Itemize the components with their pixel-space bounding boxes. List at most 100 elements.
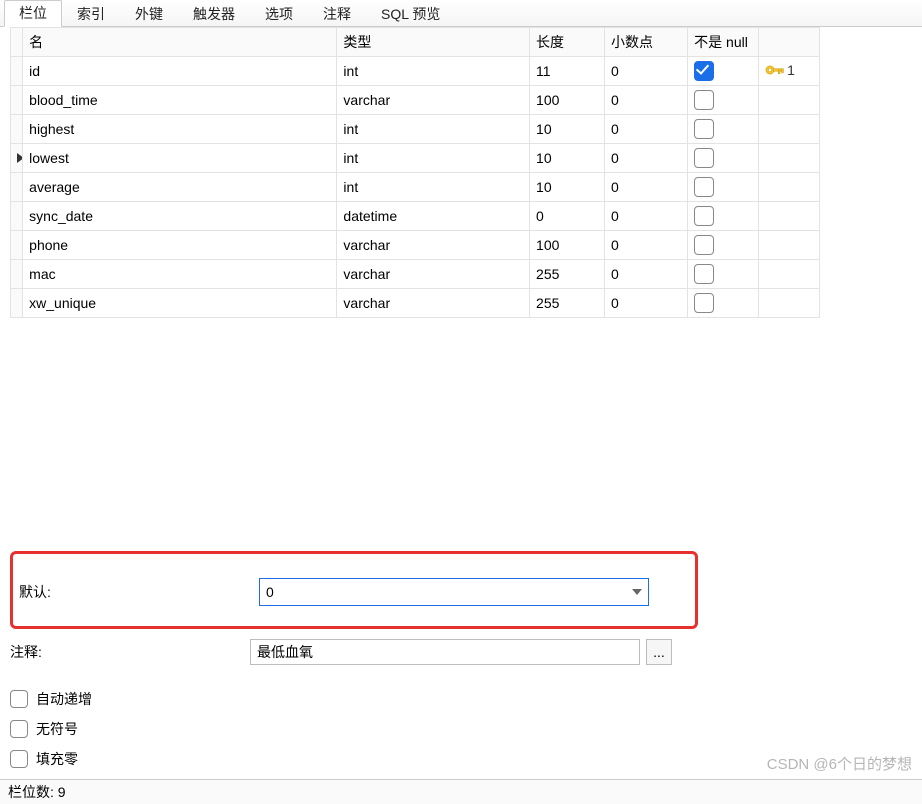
table-row[interactable]: blood_timevarchar1000 [11,86,820,115]
cell-length[interactable]: 0 [530,202,605,231]
cell-length[interactable]: 10 [530,115,605,144]
col-header-notnull[interactable]: 不是 null [688,28,759,57]
cell-name[interactable]: average [23,173,337,202]
cell-name[interactable]: phone [23,231,337,260]
notnull-checkbox[interactable] [694,264,714,284]
cell-name[interactable]: lowest [23,144,337,173]
cell-type[interactable]: varchar [337,260,530,289]
cell-decimals[interactable]: 0 [605,115,688,144]
cell-decimals[interactable]: 0 [605,289,688,318]
ellipsis-icon: ... [653,644,665,660]
tab-triggers[interactable]: 触发器 [178,1,250,27]
default-value-combo[interactable]: 0 [259,578,649,606]
status-count-label: 栏位数: [8,782,54,802]
comment-label: 注释: [10,642,250,662]
cell-key[interactable] [759,231,820,260]
cell-notnull[interactable] [688,173,759,202]
cell-key[interactable] [759,173,820,202]
cell-type[interactable]: varchar [337,86,530,115]
col-header-name[interactable]: 名 [23,28,337,57]
col-header-type[interactable]: 类型 [337,28,530,57]
cell-notnull[interactable] [688,202,759,231]
cell-key[interactable] [759,260,820,289]
table-row[interactable]: lowestint100 [11,144,820,173]
cell-decimals[interactable]: 0 [605,260,688,289]
tab-sql-preview[interactable]: SQL 预览 [366,1,455,27]
cell-name[interactable]: blood_time [23,86,337,115]
cell-notnull[interactable] [688,144,759,173]
tab-comment[interactable]: 注释 [308,1,366,27]
primary-key-indicator: 1 [765,62,795,78]
cell-key[interactable] [759,202,820,231]
row-gutter [11,144,23,173]
cell-key[interactable] [759,86,820,115]
cell-key[interactable]: 1 [759,57,820,86]
cell-type[interactable]: varchar [337,231,530,260]
cell-length[interactable]: 100 [530,231,605,260]
notnull-checkbox[interactable] [694,148,714,168]
comment-more-button[interactable]: ... [646,639,672,665]
cell-type[interactable]: datetime [337,202,530,231]
col-header-length[interactable]: 长度 [530,28,605,57]
cell-type[interactable]: int [337,115,530,144]
notnull-checkbox[interactable] [694,206,714,226]
status-count-value: 9 [58,784,66,800]
columns-table[interactable]: 名 类型 长度 小数点 不是 null idint1101blood_timev… [10,27,820,318]
cell-length[interactable]: 10 [530,173,605,202]
comment-input[interactable]: 最低血氧 [250,639,640,665]
table-row[interactable]: sync_datedatetime00 [11,202,820,231]
table-row[interactable]: xw_uniquevarchar2550 [11,289,820,318]
cell-decimals[interactable]: 0 [605,202,688,231]
cell-length[interactable]: 10 [530,144,605,173]
notnull-checkbox[interactable] [694,61,714,81]
cell-decimals[interactable]: 0 [605,173,688,202]
tab-options[interactable]: 选项 [250,1,308,27]
cell-length[interactable]: 11 [530,57,605,86]
cell-decimals[interactable]: 0 [605,144,688,173]
cell-length[interactable]: 100 [530,86,605,115]
cell-key[interactable] [759,115,820,144]
cell-notnull[interactable] [688,231,759,260]
cell-type[interactable]: varchar [337,289,530,318]
cell-name[interactable]: id [23,57,337,86]
cell-type[interactable]: int [337,173,530,202]
zerofill-checkbox[interactable] [10,750,28,768]
col-header-decimals[interactable]: 小数点 [605,28,688,57]
cell-length[interactable]: 255 [530,289,605,318]
tab-foreign-keys[interactable]: 外键 [120,1,178,27]
cell-decimals[interactable]: 0 [605,86,688,115]
cell-decimals[interactable]: 0 [605,231,688,260]
notnull-checkbox[interactable] [694,119,714,139]
unsigned-label: 无符号 [36,719,78,739]
cell-notnull[interactable] [688,86,759,115]
table-row[interactable]: macvarchar2550 [11,260,820,289]
cell-key[interactable] [759,144,820,173]
cell-notnull[interactable] [688,260,759,289]
default-value-highlight: 默认: 0 [10,551,698,629]
tab-columns[interactable]: 栏位 [4,0,62,27]
cell-key[interactable] [759,289,820,318]
notnull-checkbox[interactable] [694,235,714,255]
cell-name[interactable]: xw_unique [23,289,337,318]
cell-name[interactable]: sync_date [23,202,337,231]
cell-type[interactable]: int [337,144,530,173]
cell-notnull[interactable] [688,115,759,144]
notnull-checkbox[interactable] [694,177,714,197]
cell-length[interactable]: 255 [530,260,605,289]
notnull-checkbox[interactable] [694,293,714,313]
cell-notnull[interactable] [688,57,759,86]
cell-name[interactable]: mac [23,260,337,289]
cell-notnull[interactable] [688,289,759,318]
table-row[interactable]: highestint100 [11,115,820,144]
table-header-row: 名 类型 长度 小数点 不是 null [11,28,820,57]
unsigned-checkbox[interactable] [10,720,28,738]
cell-name[interactable]: highest [23,115,337,144]
table-row[interactable]: averageint100 [11,173,820,202]
table-row[interactable]: idint110 1 [11,57,820,86]
cell-decimals[interactable]: 0 [605,57,688,86]
table-row[interactable]: phonevarchar1000 [11,231,820,260]
auto-increment-checkbox[interactable] [10,690,28,708]
notnull-checkbox[interactable] [694,90,714,110]
tab-indexes[interactable]: 索引 [62,1,120,27]
cell-type[interactable]: int [337,57,530,86]
